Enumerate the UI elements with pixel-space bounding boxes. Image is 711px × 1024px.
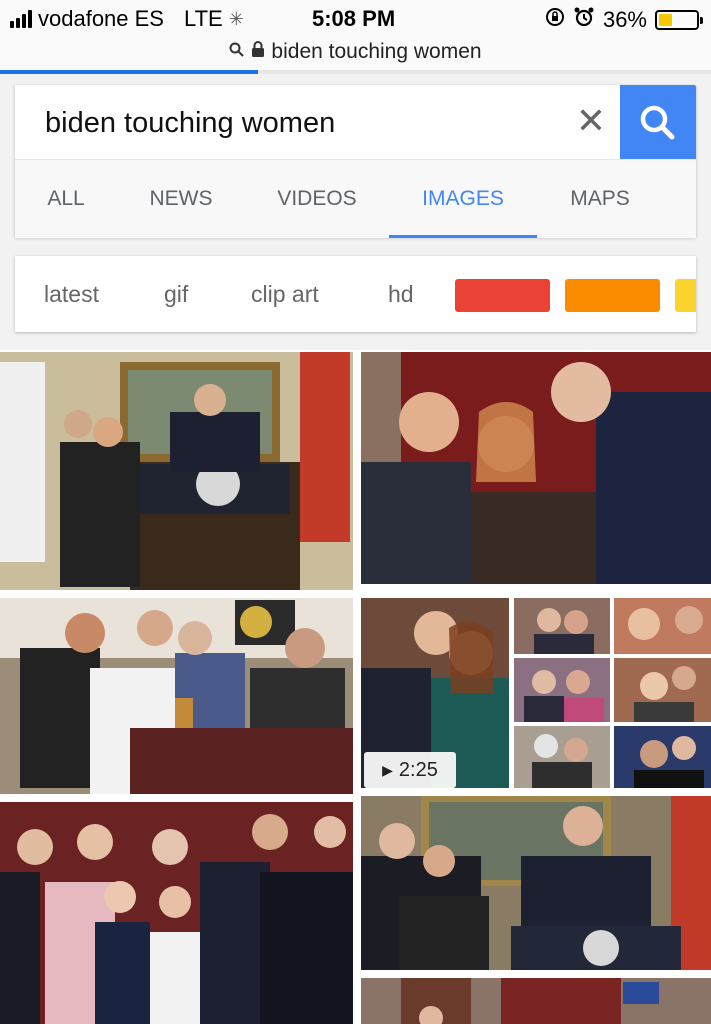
chip-clip-art[interactable]: clip art	[251, 256, 319, 332]
network-type: LTE	[183, 6, 223, 31]
image-result[interactable]	[614, 726, 711, 788]
tab-news[interactable]: NEWS	[143, 160, 219, 238]
alarm-icon	[573, 6, 595, 34]
play-icon: ▶	[382, 761, 393, 778]
url-bar[interactable]: biden touching women	[0, 40, 711, 72]
search-button[interactable]	[620, 85, 696, 161]
clear-icon[interactable]: ✕	[571, 101, 611, 141]
battery-percent: 36%	[602, 7, 647, 32]
tab-images[interactable]: IMAGES	[389, 160, 537, 238]
image-result[interactable]	[614, 658, 711, 722]
video-duration: 2:25	[398, 758, 438, 781]
carrier-name: vodafone ES	[38, 6, 164, 31]
clock: 5:08 PM	[312, 6, 396, 31]
url-text: biden touching women	[271, 40, 482, 63]
chip-latest[interactable]: latest	[44, 256, 99, 332]
filter-chips: latest gif clip art hd	[15, 256, 696, 332]
image-result[interactable]	[614, 598, 711, 654]
color-chip-red[interactable]	[455, 279, 550, 312]
signal-icon	[10, 10, 32, 28]
tab-videos[interactable]: VIDEOS	[267, 160, 367, 238]
search-tabs: ALL NEWS VIDEOS IMAGES MAPS	[15, 159, 696, 238]
color-chip-yellow[interactable]	[675, 279, 696, 312]
status-bar: vodafone ES LTE ✳ 5:08 PM 36%	[0, 0, 711, 40]
carrier-info: vodafone ES LTE ✳	[10, 6, 244, 32]
chip-gif[interactable]: gif	[164, 256, 188, 332]
image-result[interactable]	[0, 802, 353, 1024]
color-chip-orange[interactable]	[565, 279, 660, 312]
image-result[interactable]	[514, 658, 610, 722]
search-card: biden touching women ✕ ALL NEWS VIDEOS I…	[15, 85, 696, 238]
search-icon	[229, 40, 245, 64]
rotation-lock-icon	[545, 7, 565, 33]
image-result[interactable]	[361, 978, 711, 1024]
search-icon	[640, 105, 675, 140]
chip-hd[interactable]: hd	[388, 256, 414, 332]
battery-icon	[655, 10, 703, 30]
image-result[interactable]	[0, 598, 353, 794]
page-load-progress	[0, 70, 711, 74]
status-right: 36%	[545, 6, 703, 34]
activity-icon: ✳	[228, 8, 244, 29]
image-result[interactable]	[361, 352, 711, 584]
image-result[interactable]	[361, 796, 711, 970]
image-result[interactable]	[514, 726, 610, 788]
image-result[interactable]	[0, 352, 353, 590]
video-duration-badge: ▶ 2:25	[364, 752, 456, 788]
search-input[interactable]: biden touching women	[45, 107, 335, 140]
lock-icon	[251, 40, 265, 64]
image-result[interactable]	[514, 598, 610, 654]
tab-all[interactable]: ALL	[37, 160, 95, 238]
tab-maps[interactable]: MAPS	[563, 160, 637, 238]
